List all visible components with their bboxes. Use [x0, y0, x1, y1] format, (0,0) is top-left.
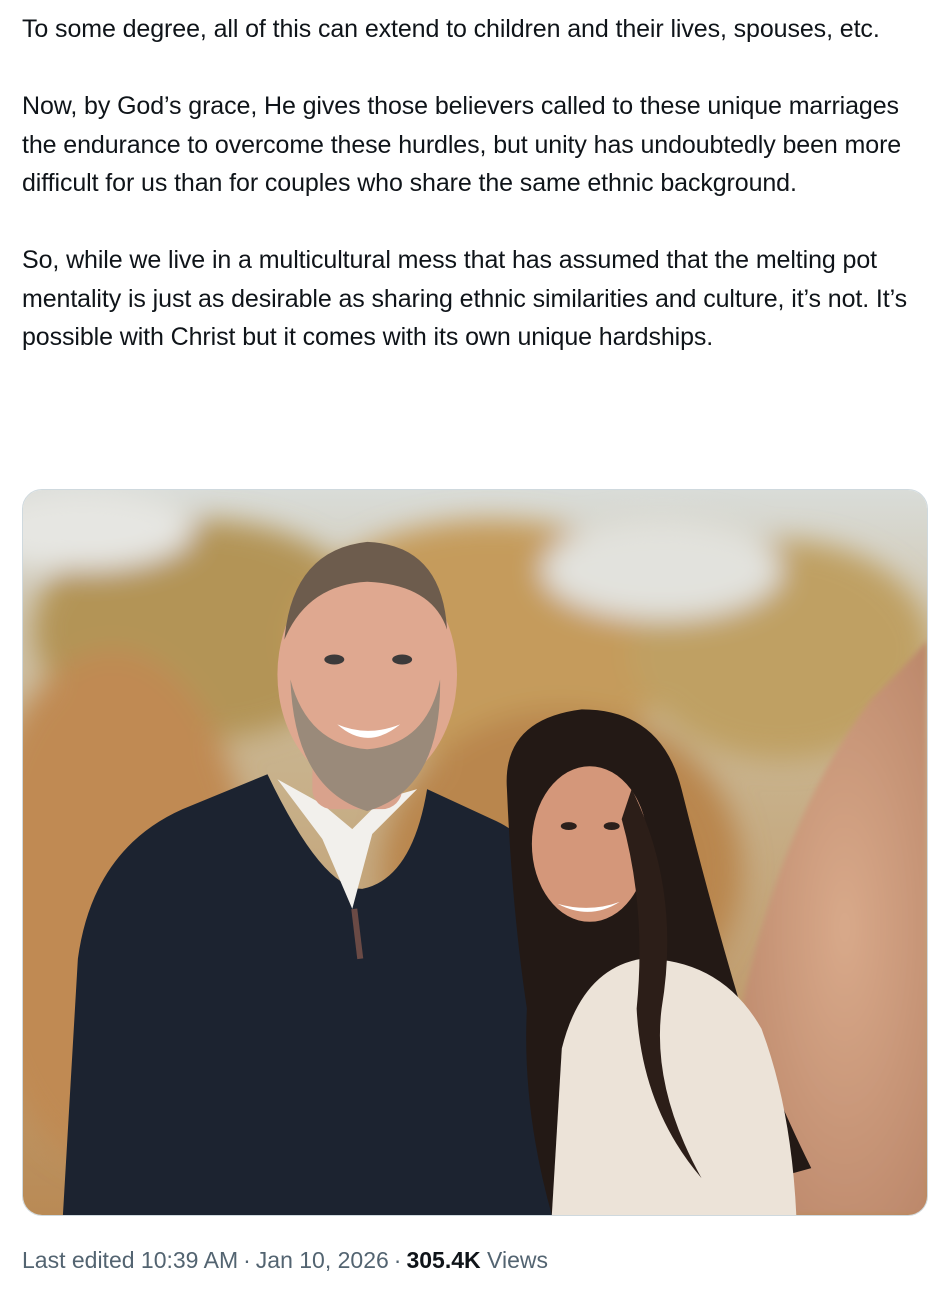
meta-separator: ·	[243, 1247, 251, 1273]
edited-time: 10:39 AM	[140, 1247, 239, 1273]
views-label: Views	[487, 1247, 548, 1273]
post-date[interactable]: Jan 10, 2026	[256, 1247, 389, 1273]
post-photo[interactable]	[22, 489, 928, 1216]
post-paragraph-3: So, while we live in a multicultural mes…	[22, 246, 908, 351]
photo-couple-image	[23, 490, 927, 1215]
post-paragraph-2: Now, by God’s grace, He gives those beli…	[22, 92, 902, 197]
meta-separator: ·	[393, 1247, 402, 1273]
last-edited-link[interactable]: Last edited 10:39 AM	[22, 1247, 238, 1273]
post-meta: Last edited 10:39 AM · Jan 10, 2026 · 305.4K…	[22, 1242, 548, 1278]
views-count: 305.4K	[406, 1247, 481, 1273]
post-paragraph-1: To some degree, all of this can extend t…	[22, 15, 880, 43]
post: To some degree, all of this can extend t…	[0, 0, 952, 1300]
post-body: To some degree, all of this can extend t…	[22, 10, 932, 357]
edited-label: Last edited	[22, 1247, 135, 1273]
views-link[interactable]: 305.4K Views	[406, 1247, 548, 1273]
